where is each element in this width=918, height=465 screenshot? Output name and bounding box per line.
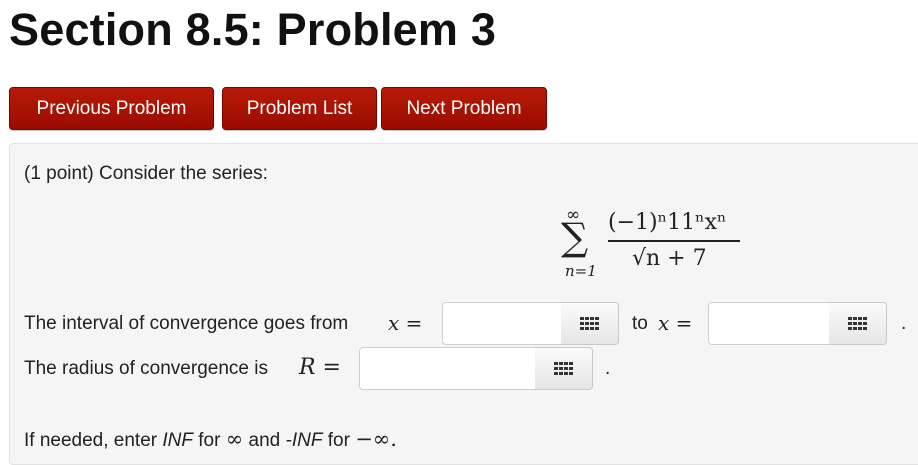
previous-problem-button[interactable]: Previous Problem bbox=[9, 87, 214, 130]
hint-part3: and bbox=[248, 430, 281, 451]
hint-inf: INF bbox=[162, 430, 193, 451]
interval-x-equals-2: x = bbox=[658, 311, 693, 335]
hint-neginf: -INF bbox=[285, 430, 323, 451]
series-denominator: √n + 7 bbox=[632, 246, 707, 271]
grid-icon bbox=[847, 316, 868, 331]
page-title: Section 8.5: Problem 3 bbox=[9, 4, 497, 55]
series-numerator: (−1)ⁿ11ⁿxⁿ bbox=[608, 210, 727, 235]
hint-text: If needed, enter INF for ∞ and -INF for … bbox=[24, 427, 397, 452]
interval-x-equals: x = bbox=[388, 311, 423, 335]
problem-intro: (1 point) Consider the series: bbox=[24, 163, 268, 184]
radius-r-equals: R = bbox=[299, 355, 341, 380]
sigma-icon: ∑ bbox=[561, 215, 589, 259]
interval-end-input[interactable] bbox=[708, 302, 830, 345]
interval-label: The interval of convergence goes from bbox=[24, 313, 349, 334]
grid-icon bbox=[579, 316, 600, 331]
radius-input[interactable] bbox=[359, 347, 536, 390]
hint-part2: for bbox=[198, 430, 221, 451]
next-problem-button[interactable]: Next Problem bbox=[381, 87, 547, 130]
problem-list-button[interactable]: Problem List bbox=[222, 87, 377, 130]
sum-lower-limit: n=1 bbox=[565, 262, 597, 280]
interval-start-input[interactable] bbox=[442, 302, 562, 345]
fraction-bar bbox=[608, 240, 740, 242]
problem-panel: (1 point) Consider the series: ∞ ∑ n=1 (… bbox=[9, 143, 918, 465]
hint-part4: for bbox=[327, 430, 350, 451]
interval-end-equation-button[interactable] bbox=[829, 302, 887, 345]
radius-period: . bbox=[605, 358, 611, 379]
neg-infinity-symbol: −∞. bbox=[355, 427, 397, 451]
radius-label: The radius of convergence is bbox=[24, 358, 268, 379]
infinity-symbol: ∞ bbox=[225, 427, 244, 451]
interval-start-equation-button[interactable] bbox=[561, 302, 619, 345]
radius-equation-button[interactable] bbox=[535, 347, 593, 390]
to-label: to bbox=[632, 313, 648, 334]
interval-period: . bbox=[901, 313, 907, 334]
grid-icon bbox=[553, 361, 574, 376]
hint-part1: If needed, enter bbox=[24, 430, 158, 451]
